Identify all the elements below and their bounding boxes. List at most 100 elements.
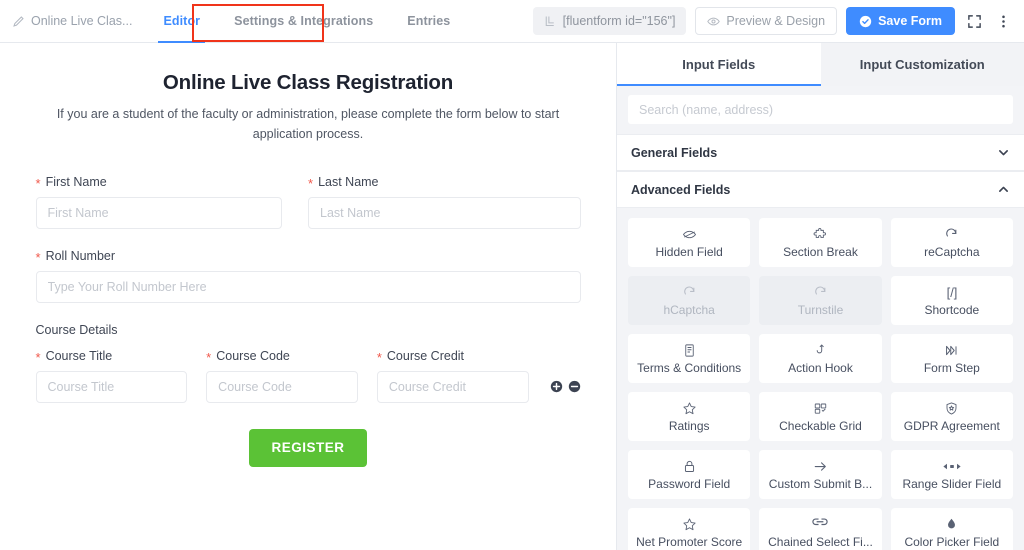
shortcode-icon [544,15,556,27]
tab-input-customization[interactable]: Input Customization [820,43,1024,86]
course-code-input[interactable] [206,370,358,403]
roll-number-label-row: * Roll Number [36,249,581,264]
course-title-input[interactable] [35,370,188,403]
form-title: Online Live Class Registration [162,71,454,94]
field-tile[interactable]: Custom Submit B... [759,450,882,499]
required-asterisk: * [308,175,314,191]
first-name-label: First Name [45,174,107,189]
droplet-icon [944,517,959,532]
accordion-advanced-fields[interactable]: Advanced Fields [617,171,1024,208]
field-tile-label: Action Hook [788,360,853,375]
course-code-label: Course Code [216,348,290,363]
required-asterisk: * [35,175,41,191]
field-tile-label: Hidden Field [655,244,723,259]
shield-icon [944,401,959,416]
course-repeater-row: * Course Title * Course Code [35,349,581,403]
refresh-icon [944,227,959,242]
chevron-up-icon [997,183,1010,196]
tab-editor-label: Editor [163,14,201,28]
save-form-button[interactable]: Save Form [846,7,955,35]
search-input[interactable] [628,95,1013,124]
tab-input-fields[interactable]: Input Fields [617,43,821,86]
form-description: If you are a student of the faculty or a… [56,107,560,142]
field-group-roll-number: * Roll Number [35,249,581,303]
first-name-label-row: * First Name [35,174,283,191]
refresh-icon [682,285,697,300]
register-button[interactable]: REGISTER [249,428,367,467]
field-tile[interactable]: Ratings [628,392,751,441]
tab-input-customization-label: Input Customization [859,57,985,72]
field-tile-label: Range Slider Field [902,476,1002,491]
tab-input-fields-label: Input Fields [682,57,756,72]
field-tile[interactable]: Form Step [890,334,1013,383]
accordion-general-fields[interactable]: General Fields [617,134,1024,171]
field-tile[interactable]: reCaptcha [890,218,1013,267]
required-asterisk: * [35,349,41,365]
course-code-column: * Course Code [206,349,358,403]
first-name-input[interactable] [35,196,282,229]
field-tile-label: Section Break [783,244,858,259]
course-credit-label-row: * Course Credit [377,349,529,364]
form-name-display[interactable]: Online Live Clas... [0,0,146,42]
link-icon [810,517,830,532]
tab-entries-label: Entries [407,14,451,28]
course-code-label-row: * Course Code [206,348,358,365]
shortcode-badge[interactable]: [fluentform id="156"] [532,7,687,35]
accordion-advanced-fields-header[interactable]: Advanced Fields [617,171,1024,208]
field-tile[interactable]: Terms & Conditions [628,334,751,383]
tab-editor[interactable]: Editor [146,0,217,43]
field-tile-label: Password Field [648,476,731,491]
field-tile[interactable]: Range Slider Field [890,450,1013,499]
last-name-input[interactable] [308,196,581,229]
field-tile[interactable]: Section Break [759,218,882,267]
field-tile-label: reCaptcha [924,244,980,259]
plus-circle-icon[interactable] [550,380,563,393]
course-credit-input[interactable] [376,370,529,403]
tab-settings-integrations-label: Settings & Integrations [234,14,374,28]
field-tile-label: hCaptcha [663,302,715,317]
field-group-last-name: * Last Name [308,175,581,229]
accordion-general-fields-header[interactable]: General Fields [617,134,1024,171]
star-icon [682,401,697,416]
field-tile[interactable]: Action Hook [759,334,882,383]
fullscreen-icon[interactable] [964,11,984,31]
advanced-fields-grid: Hidden Field Section Break reCaptcha hCaptc… [628,218,1013,550]
toolbar-left-group: Online Live Clas... Editor Settings & In… [0,0,467,43]
field-tile[interactable]: [/] Shortcode [890,276,1013,325]
svg-text:[/]: [/] [946,285,957,300]
repeater-actions [550,371,581,403]
field-tile-label: GDPR Agreement [903,418,1000,433]
preview-design-button[interactable]: Preview & Design [695,7,838,35]
top-toolbar: Online Live Clas... Editor Settings & In… [0,0,1024,43]
field-tile[interactable]: Net Promoter Score [628,508,751,550]
roll-number-input[interactable] [35,270,581,303]
shortcode-text: [fluentform id="156"] [562,14,676,28]
field-tile-label: Color Picker Field [904,534,1000,549]
tab-entries[interactable]: Entries [390,0,467,42]
minus-circle-icon[interactable] [568,380,581,393]
field-tile[interactable]: Chained Select Fi... [759,508,882,550]
field-tile[interactable]: GDPR Agreement [890,392,1013,441]
field-tile[interactable]: Checkable Grid [759,392,882,441]
field-tile-label: Net Promoter Score [636,534,743,549]
builder-body: Online Live Class Registration If you ar… [0,43,1024,550]
field-tile[interactable]: Color Picker Field [890,508,1013,550]
course-title-label-row: * Course Title [35,349,188,365]
form-name-label: Online Live Clas... [31,14,133,28]
field-tile[interactable]: Hidden Field [628,218,751,267]
field-tile-label: Form Step [923,360,980,375]
course-details-section-label: Course Details [35,322,118,337]
accordion-general-fields-label: General Fields [631,145,718,160]
course-title-column: * Course Title [35,349,188,403]
panel-search-wrapper [617,86,1024,134]
document-icon [682,343,697,358]
more-vertical-icon[interactable] [993,11,1013,31]
field-tile-label: Chained Select Fi... [768,534,873,549]
field-tile[interactable]: Password Field [628,450,751,499]
tab-settings-integrations[interactable]: Settings & Integrations [217,0,390,42]
save-form-label: Save Form [878,14,942,28]
form-preview-canvas: Online Live Class Registration If you ar… [0,43,617,550]
steps-icon [944,343,959,358]
required-asterisk: * [206,349,212,365]
course-credit-column: * Course Credit [376,349,529,403]
